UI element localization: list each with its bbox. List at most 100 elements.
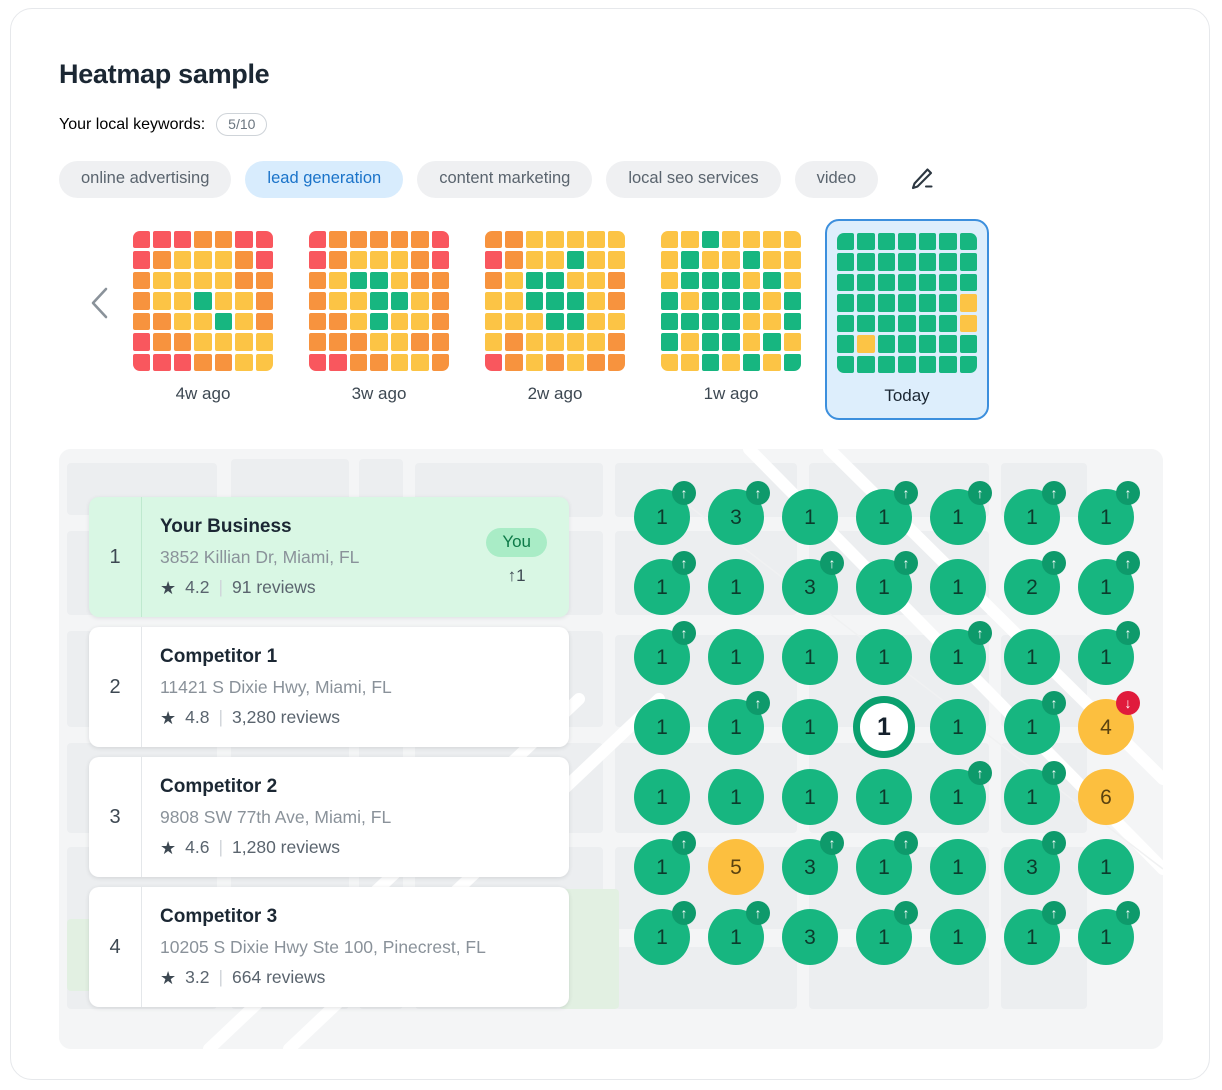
heatmap-cell <box>194 231 212 249</box>
review-count: 91 reviews <box>232 577 316 597</box>
heatmap-cell <box>546 353 564 371</box>
keyword-pill[interactable]: lead generation <box>245 161 404 198</box>
map-pin-wrapper: 1 <box>782 699 838 755</box>
map-pin[interactable]: 1 <box>634 769 690 825</box>
map-pin[interactable]: 6 <box>1078 769 1134 825</box>
trend-up-icon: ↑ <box>746 901 770 925</box>
heatmap-cell <box>411 292 429 310</box>
heatmap-cell <box>349 312 368 331</box>
heatmap-cell <box>742 231 761 249</box>
heatmap-cell <box>783 333 801 351</box>
map-pin-wrapper: 1 <box>930 699 986 755</box>
map-pin[interactable]: 1 <box>930 909 986 965</box>
heatmap-cell <box>329 251 347 269</box>
trend-up-icon: ↑ <box>820 831 844 855</box>
heatmap-cell <box>722 333 740 351</box>
map-pin-grid: 1 ↑ 3 ↑ 1 1 ↑ 1 ↑ 1 ↑ 1 ↑ 1 ↑ 1 3 ↑ 1 ↑ 1 2 ↑ 1 ↑ 1 ↑ 1 1 1 1 ↑ 1 1 ↑ 1 1 ↑ 1 1… <box>634 481 1140 1009</box>
map-pin[interactable]: 1 <box>782 699 838 755</box>
heatmap-cell <box>701 312 720 331</box>
trend-up-icon: ↑ <box>1116 901 1140 925</box>
you-badge: You <box>486 528 547 557</box>
keyword-pill[interactable]: content marketing <box>417 161 593 198</box>
ranking-card[interactable]: 1 Your Business 3852 Killian Dr, Miami, FL… <box>89 497 569 617</box>
timeline-snapshot[interactable]: Today <box>825 219 989 420</box>
map-pin[interactable]: 1 <box>634 699 690 755</box>
map-pin[interactable]: 1 <box>856 629 912 685</box>
heatmap-cell <box>898 233 916 251</box>
heatmap-cell <box>505 271 523 290</box>
map-pin[interactable]: 1 <box>708 769 764 825</box>
map-pin[interactable]: 1 <box>853 696 915 758</box>
ranking-card[interactable]: 4 Competitor 3 10205 S Dixie Hwy Ste 100, … <box>89 887 569 1007</box>
heatmap-cell <box>431 312 449 331</box>
map-pin[interactable]: 1 <box>1004 629 1060 685</box>
heatmap-cell <box>681 292 699 310</box>
map-pin[interactable]: 1 <box>930 559 986 615</box>
map-pin[interactable]: 1 <box>782 769 838 825</box>
keywords-header: Your local keywords: 5/10 <box>59 113 268 136</box>
heatmap-cell <box>309 251 327 269</box>
heatmap-cell <box>857 273 875 292</box>
heatmap-cell <box>701 333 720 351</box>
heatmap-cell <box>505 231 523 249</box>
map-pin[interactable]: 3 <box>782 909 838 965</box>
snapshot-heatmap-grid <box>309 231 449 371</box>
heatmap-cell <box>431 292 449 310</box>
heatmap-cell <box>742 312 761 331</box>
business-meta: ★ 4.8 | 3,280 reviews <box>160 707 553 728</box>
map-pin[interactable]: 1 <box>856 769 912 825</box>
heatmap-cell <box>173 333 192 351</box>
timeline-prev-button[interactable] <box>77 281 121 325</box>
heatmap-cell <box>681 231 699 249</box>
map-pin-wrapper: 1 <box>708 559 764 615</box>
heatmap-cell <box>349 292 368 310</box>
ranking-card[interactable]: 3 Competitor 2 9808 SW 77th Ave, Miami, FL… <box>89 757 569 877</box>
edit-keywords-button[interactable] <box>906 164 936 194</box>
map-pin[interactable]: 1 <box>782 629 838 685</box>
trend-up-icon: ↑ <box>968 481 992 505</box>
heatmap-cell <box>857 253 875 271</box>
heatmap-cell <box>607 251 625 269</box>
map-pin-wrapper: 5 <box>708 839 764 895</box>
map-pin[interactable]: 1 <box>708 559 764 615</box>
heatmap-cell <box>133 292 151 310</box>
heatmap-cell <box>587 251 605 269</box>
map-pin[interactable]: 1 <box>708 629 764 685</box>
map-pin-wrapper: 1 ↑ <box>1004 761 1066 825</box>
heatmap-cell <box>370 353 388 371</box>
map-pin-wrapper: 1 <box>930 909 986 965</box>
ranking-card-body: Competitor 2 9808 SW 77th Ave, Miami, FL ★… <box>142 776 569 858</box>
heatmap-cell <box>701 231 720 249</box>
keyword-pill[interactable]: online advertising <box>59 161 232 198</box>
meta-divider: | <box>218 837 224 857</box>
heatmap-cell <box>877 233 896 251</box>
map-pin[interactable]: 1 <box>1078 839 1134 895</box>
heatmap-cell <box>837 294 855 312</box>
heatmap-cell <box>485 353 503 371</box>
timeline-snapshot[interactable]: 1w ago <box>649 219 813 420</box>
heatmap-cell <box>587 312 605 331</box>
map-pin[interactable]: 1 <box>930 699 986 755</box>
heatmap-cell <box>411 353 429 371</box>
keyword-pill[interactable]: local seo services <box>606 161 781 198</box>
heatmap-cell <box>133 312 151 331</box>
map-pin[interactable]: 1 <box>782 489 838 545</box>
map-pin[interactable]: 5 <box>708 839 764 895</box>
heatmap-cell <box>309 333 327 351</box>
map-pin-wrapper: 1 <box>782 769 838 825</box>
map-pin[interactable]: 1 <box>930 839 986 895</box>
timeline-snapshot[interactable]: 3w ago <box>297 219 461 420</box>
heatmap-cell <box>566 333 585 351</box>
timeline-snapshot[interactable]: 4w ago <box>121 219 285 420</box>
map-pin-wrapper: 1 ↑ <box>856 551 918 615</box>
map-panel[interactable]: 1 Your Business 3852 Killian Dr, Miami, FL… <box>59 449 1163 1049</box>
heatmap-cell <box>898 253 916 271</box>
heatmap-cell <box>661 251 679 269</box>
ranking-card[interactable]: 2 Competitor 1 11421 S Dixie Hwy, Miami, F… <box>89 627 569 747</box>
map-pin-wrapper: 1 <box>634 769 690 825</box>
heatmap-cell <box>763 353 781 371</box>
business-address: 9808 SW 77th Ave, Miami, FL <box>160 807 392 827</box>
keyword-pill[interactable]: video <box>794 161 879 198</box>
heatmap-cell <box>763 231 781 249</box>
timeline-snapshot[interactable]: 2w ago <box>473 219 637 420</box>
